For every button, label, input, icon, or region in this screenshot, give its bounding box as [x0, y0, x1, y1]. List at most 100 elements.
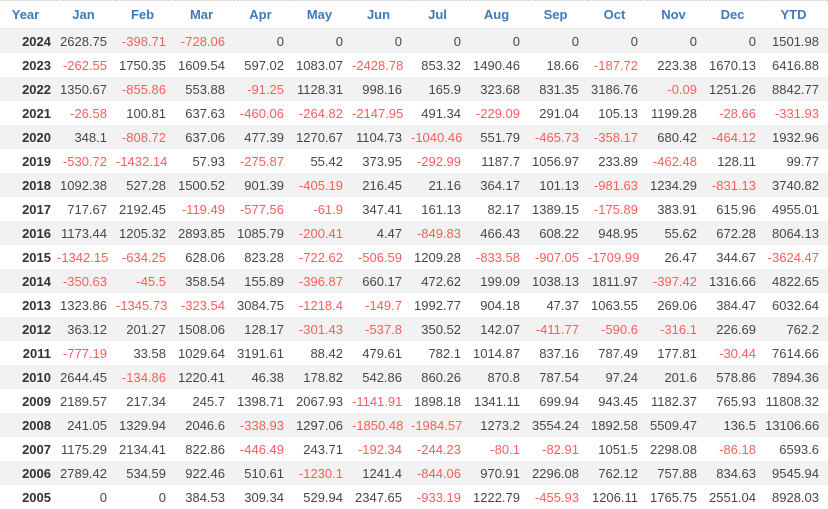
- month-value-cell: -119.49: [181, 201, 225, 217]
- column-header-sep: Sep: [529, 0, 588, 29]
- month-value-cell: -398.71: [121, 33, 166, 49]
- month-value-cell: -933.19: [416, 489, 461, 505]
- table-row-2022: 2022 1350.67 -855.86 553.88 -91.25 1128.31 998…: [0, 77, 828, 101]
- month-value-cell: 128.11: [717, 153, 756, 169]
- month-value-cell: 323.68: [480, 81, 520, 97]
- ytd-cell: 4955.01: [772, 201, 819, 217]
- month-value-cell: 348.1: [74, 129, 107, 145]
- month-value-cell: 472.62: [421, 273, 461, 289]
- month-value-cell: -301.43: [298, 321, 343, 337]
- month-value-cell: -61.9: [313, 201, 343, 217]
- month-value-cell: 717.67: [67, 201, 107, 217]
- ytd-cell: 7894.36: [772, 369, 819, 385]
- ytd-cell: 3740.82: [772, 177, 819, 193]
- month-value-cell: -506.59: [357, 249, 402, 265]
- month-value-cell: 1222.79: [473, 489, 520, 505]
- month-value-cell: 1398.71: [237, 393, 284, 409]
- table-row-2020: 2020 348.1 -808.72 637.06 477.39 1270.67 1104.…: [0, 125, 828, 149]
- month-value-cell: 347.41: [362, 201, 402, 217]
- year-cell: 2009: [22, 393, 51, 409]
- month-value-cell: 1270.67: [296, 129, 343, 145]
- month-value-cell: 57.93: [192, 153, 225, 169]
- month-value-cell: 0: [453, 33, 461, 49]
- column-header-mar: Mar: [175, 0, 234, 29]
- month-value-cell: 970.91: [480, 465, 520, 481]
- month-value-cell: 1508.06: [178, 321, 225, 337]
- month-value-cell: -26.58: [70, 105, 107, 121]
- month-value-cell: 1323.86: [60, 297, 107, 313]
- column-header-jun: Jun: [352, 0, 411, 29]
- month-value-cell: -1230.1: [298, 465, 343, 481]
- month-value-cell: 100.81: [126, 105, 166, 121]
- month-value-cell: -405.19: [298, 177, 343, 193]
- month-value-cell: 217.34: [126, 393, 166, 409]
- column-header-may: May: [293, 0, 352, 29]
- month-value-cell: 578.86: [716, 369, 756, 385]
- month-value-cell: 226.69: [716, 321, 756, 337]
- month-value-cell: -28.66: [719, 105, 756, 121]
- table-row-2021: 2021 -26.58 100.81 637.63 -460.06 -264.82 -214…: [0, 101, 828, 125]
- month-value-cell: 2189.57: [60, 393, 107, 409]
- month-value-cell: 628.06: [185, 249, 225, 265]
- month-value-cell: 0: [512, 33, 520, 49]
- month-value-cell: -1218.4: [298, 297, 343, 313]
- month-value-cell: -262.55: [62, 57, 107, 73]
- ytd-cell: 762.2: [786, 321, 819, 337]
- month-value-cell: 491.34: [421, 105, 461, 121]
- month-value-cell: 1206.11: [591, 489, 638, 505]
- month-value-cell: -981.63: [593, 177, 638, 193]
- month-value-cell: 1104.73: [355, 129, 402, 145]
- month-value-cell: 2298.08: [650, 441, 697, 457]
- table-row-2016: 2016 1173.44 1205.32 2893.85 1085.79 -200.41 4…: [0, 221, 828, 245]
- month-value-cell: 699.94: [539, 393, 579, 409]
- month-value-cell: -728.06: [180, 33, 225, 49]
- month-value-cell: -722.62: [298, 249, 343, 265]
- month-value-cell: -634.25: [121, 249, 166, 265]
- year-cell: 2017: [22, 201, 51, 217]
- month-value-cell: 1187.7: [481, 153, 520, 169]
- month-value-cell: 765.93: [716, 393, 756, 409]
- month-value-cell: -187.72: [593, 57, 638, 73]
- month-value-cell: -82.91: [542, 441, 579, 457]
- month-value-cell: -855.86: [121, 81, 166, 97]
- month-value-cell: 553.88: [185, 81, 225, 97]
- month-value-cell: -849.83: [416, 225, 461, 241]
- month-value-cell: 1341.11: [473, 393, 520, 409]
- month-value-cell: -808.72: [121, 129, 166, 145]
- month-value-cell: -200.41: [298, 225, 343, 241]
- year-cell: 2005: [22, 489, 51, 505]
- month-value-cell: -134.86: [121, 369, 166, 385]
- table-row-2011: 2011 -777.19 33.58 1029.64 3191.61 88.42 479.6…: [0, 341, 828, 365]
- month-value-cell: 1670.13: [709, 57, 756, 73]
- month-value-cell: 383.91: [657, 201, 697, 217]
- month-value-cell: 551.79: [480, 129, 520, 145]
- month-value-cell: 510.61: [244, 465, 284, 481]
- month-value-cell: 542.86: [362, 369, 402, 385]
- month-value-cell: 608.22: [539, 225, 579, 241]
- month-value-cell: 1063.55: [591, 297, 638, 313]
- year-cell: 2011: [22, 345, 51, 361]
- month-value-cell: 21.16: [428, 177, 461, 193]
- month-value-cell: 3191.61: [237, 345, 284, 361]
- ytd-cell: 11808.32: [765, 393, 819, 409]
- month-value-cell: -446.49: [239, 441, 284, 457]
- month-value-cell: 1056.97: [532, 153, 579, 169]
- month-value-cell: -1040.46: [411, 129, 463, 145]
- month-value-cell: 853.32: [421, 57, 461, 73]
- month-value-cell: 870.8: [487, 369, 520, 385]
- table-row-2023: 2023 -262.55 1750.35 1609.54 597.02 1083.07 -2…: [0, 53, 828, 77]
- month-value-cell: -833.58: [475, 249, 520, 265]
- month-value-cell: 834.63: [716, 465, 756, 481]
- month-value-cell: 1898.18: [414, 393, 461, 409]
- month-value-cell: 0: [99, 489, 107, 505]
- column-header-dec: Dec: [706, 0, 765, 29]
- year-cell: 2020: [22, 129, 51, 145]
- month-value-cell: 1209.28: [414, 249, 461, 265]
- month-value-cell: 1241.4: [362, 465, 402, 481]
- month-value-cell: -358.17: [593, 129, 638, 145]
- table-row-2009: 2009 2189.57 217.34 245.7 1398.71 2067.93 -114…: [0, 389, 828, 413]
- month-value-cell: 0: [276, 33, 284, 49]
- month-value-cell: 2347.65: [355, 489, 402, 505]
- month-value-cell: -397.42: [652, 273, 697, 289]
- month-value-cell: -91.25: [247, 81, 284, 97]
